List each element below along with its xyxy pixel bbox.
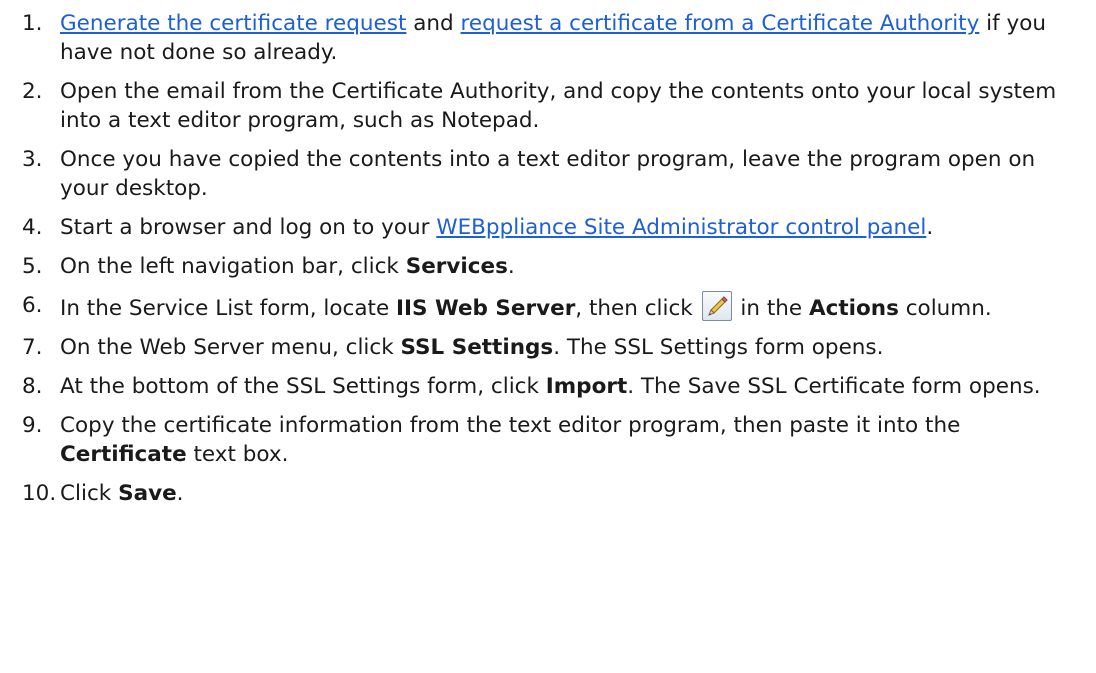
step-text: . xyxy=(507,254,515,279)
step-text: Open the email from the Certificate Auth… xyxy=(60,79,1057,133)
step-number: 6. xyxy=(22,293,43,318)
step-number: 1. xyxy=(22,11,43,36)
generate-certificate-request-link[interactable]: Generate the certificate request xyxy=(60,11,406,36)
step-text: On the left navigation bar, click xyxy=(60,254,406,279)
ui-term-ssl-settings: SSL Settings xyxy=(400,335,554,360)
step-item: 1. Generate the certificate request and … xyxy=(0,9,1080,67)
step-number: 2. xyxy=(22,79,43,104)
step-text: . The SSL Settings form opens. xyxy=(553,335,884,360)
ui-term-services: Services xyxy=(405,254,508,279)
step-text: Start a browser and log on to your xyxy=(60,215,437,240)
step-text: text box. xyxy=(186,442,289,467)
step-item: 8. At the bottom of the SSL Settings for… xyxy=(0,372,1080,401)
step-text: Copy the certificate information from th… xyxy=(60,413,961,438)
ui-term-save: Save xyxy=(118,481,177,506)
step-item: 7. On the Web Server menu, click SSL Set… xyxy=(0,333,1080,362)
step-text: On the Web Server menu, click xyxy=(60,335,401,360)
step-text: Click xyxy=(60,481,119,506)
step-number: 5. xyxy=(22,254,43,279)
step-item: 5. On the left navigation bar, click Ser… xyxy=(0,252,1080,281)
control-panel-link[interactable]: WEBppliance Site Administrator control p… xyxy=(436,215,926,240)
step-text: Once you have copied the contents into a… xyxy=(60,147,1036,201)
ui-term-actions: Actions xyxy=(808,296,899,321)
step-number: 8. xyxy=(22,374,43,399)
step-text: In the Service List form, locate xyxy=(60,296,397,321)
step-item: 2. Open the email from the Certificate A… xyxy=(0,77,1080,135)
ui-term-iis-web-server: IIS Web Server xyxy=(396,296,576,321)
ui-term-certificate: Certificate xyxy=(60,442,187,467)
step-item: 4. Start a browser and log on to your WE… xyxy=(0,213,1080,242)
ui-term-import: Import xyxy=(545,374,628,399)
step-item: 6. In the Service List form, locate IIS … xyxy=(0,291,1080,323)
step-item: 10. Click Save. xyxy=(0,479,1080,508)
step-number: 3. xyxy=(22,147,43,172)
step-text: . xyxy=(926,215,934,240)
step-text: , then click xyxy=(575,296,700,321)
edit-pencil-icon[interactable] xyxy=(701,291,732,321)
step-item: 9. Copy the certificate information from… xyxy=(0,411,1080,469)
step-text: . xyxy=(176,481,184,506)
step-text: in the xyxy=(733,296,809,321)
instruction-steps-list: 1. Generate the certificate request and … xyxy=(0,9,1096,508)
step-number: 4. xyxy=(22,215,43,240)
request-certificate-link[interactable]: request a certificate from a Certificate… xyxy=(461,11,980,36)
step-number: 10. xyxy=(22,481,57,506)
step-text: . The Save SSL Certificate form opens. xyxy=(627,374,1041,399)
step-text: At the bottom of the SSL Settings form, … xyxy=(60,374,546,399)
step-number: 9. xyxy=(22,413,43,438)
step-text: column. xyxy=(898,296,992,321)
step-number: 7. xyxy=(22,335,43,360)
step-item: 3. Once you have copied the contents int… xyxy=(0,145,1080,203)
step-text: and xyxy=(406,11,461,36)
